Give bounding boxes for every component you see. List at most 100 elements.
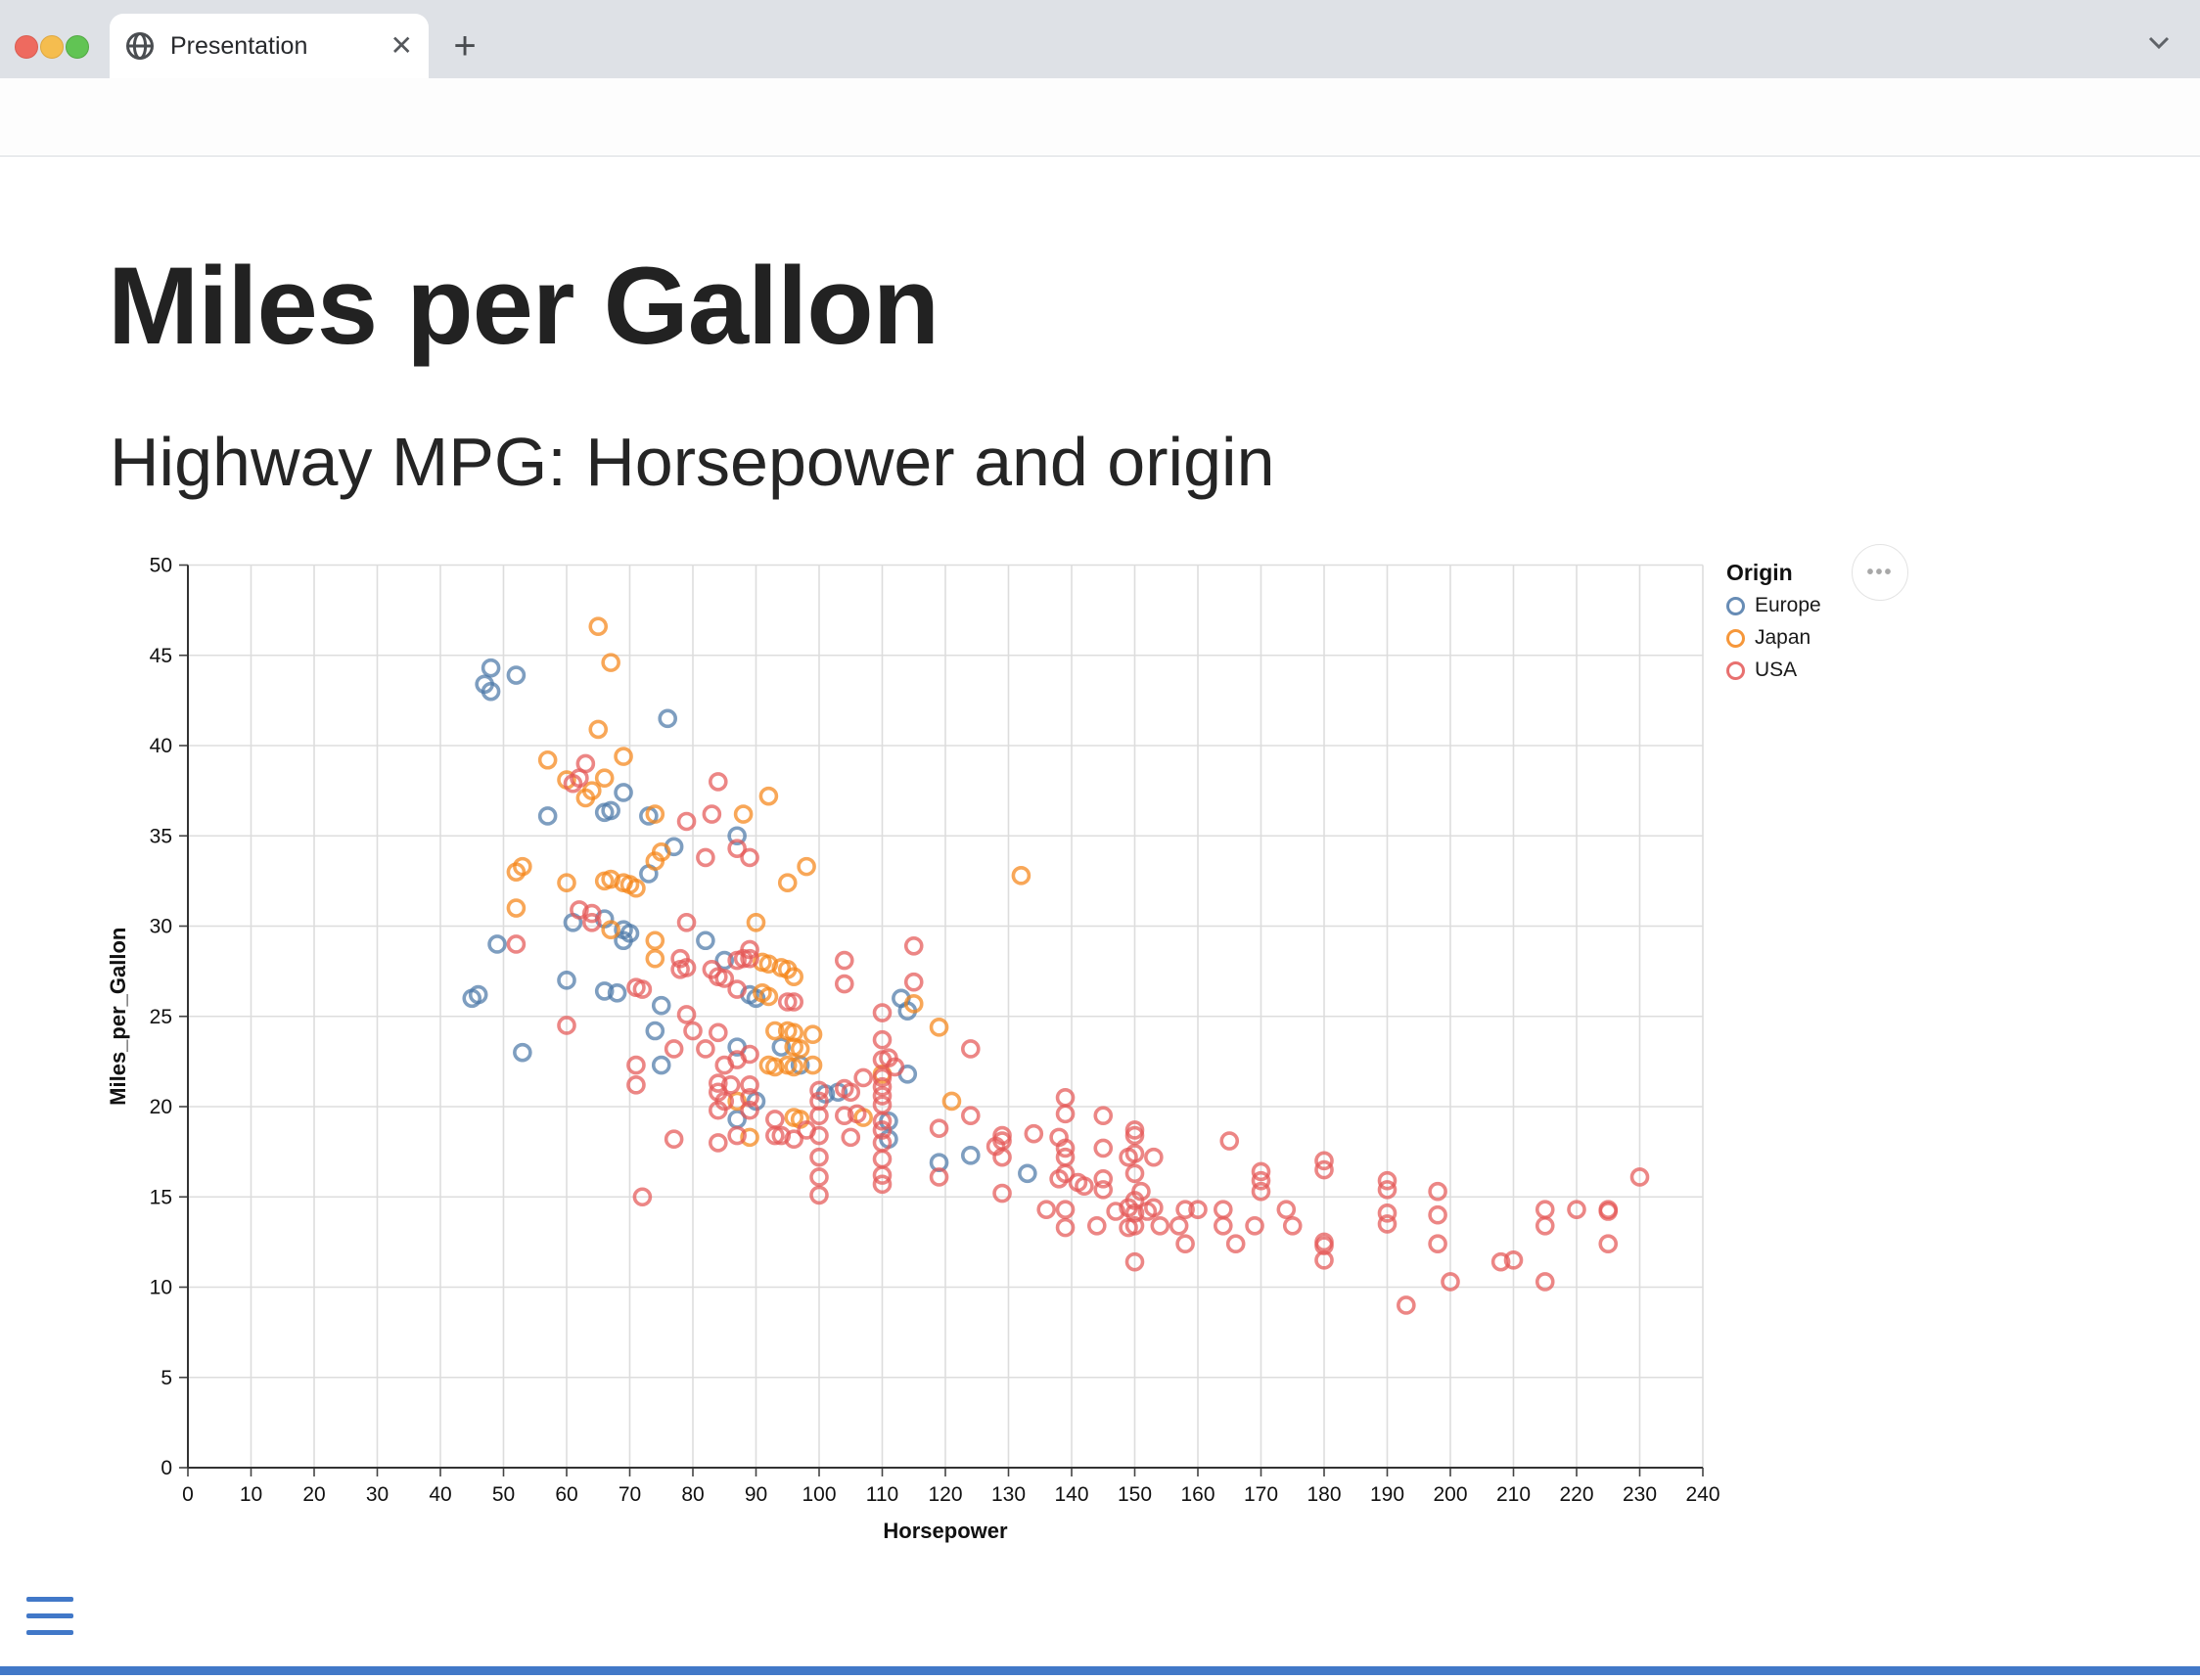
point-usa: [679, 813, 695, 829]
point-japan: [736, 806, 752, 822]
point-usa: [837, 976, 852, 992]
point-usa: [704, 806, 719, 822]
tick-label-x: 200: [1433, 1483, 1467, 1506]
browser-tab[interactable]: Presentation ✕: [110, 14, 429, 78]
tick-label-y: 35: [150, 825, 172, 847]
point-japan: [760, 789, 776, 804]
point-europe: [660, 710, 675, 726]
point-usa: [932, 1120, 947, 1136]
point-europe: [647, 1023, 663, 1039]
slide-menu-hamburger-icon[interactable]: [26, 1597, 73, 1640]
tick-label-x: 20: [302, 1483, 325, 1506]
point-usa: [1537, 1202, 1553, 1217]
point-usa: [742, 849, 757, 865]
legend-item-europe[interactable]: Europe: [1726, 594, 1821, 617]
point-usa: [1247, 1218, 1262, 1234]
point-usa: [1537, 1218, 1553, 1234]
tab-close-icon[interactable]: ✕: [390, 32, 413, 60]
point-europe: [489, 936, 505, 952]
tick-label-y: 20: [150, 1096, 172, 1118]
point-usa: [1285, 1218, 1301, 1234]
tick-label-x: 130: [991, 1483, 1026, 1506]
new-tab-button[interactable]: +: [442, 23, 487, 68]
tab-title: Presentation: [170, 32, 390, 61]
point-usa: [666, 1131, 682, 1147]
point-usa: [1058, 1106, 1074, 1121]
legend-item-usa[interactable]: USA: [1726, 658, 1821, 682]
point-usa: [843, 1129, 858, 1145]
mpg-horsepower-scatter: 0102030405060708090100110120130140150160…: [0, 157, 2200, 1675]
legend-label: USA: [1755, 658, 1797, 682]
point-usa: [508, 936, 524, 952]
point-europe: [1020, 1165, 1035, 1181]
point-japan: [590, 721, 606, 737]
point-europe: [515, 1045, 530, 1061]
legend-label: Europe: [1755, 594, 1821, 617]
point-usa: [698, 1041, 713, 1057]
point-japan: [647, 951, 663, 967]
legend-title: Origin: [1726, 560, 1821, 586]
tick-label-x: 30: [366, 1483, 389, 1506]
point-usa: [710, 1135, 726, 1151]
point-usa: [1215, 1202, 1231, 1217]
point-japan: [597, 770, 613, 786]
tick-label-x: 220: [1559, 1483, 1593, 1506]
point-usa: [628, 1077, 644, 1093]
point-europe: [698, 932, 713, 948]
point-usa: [710, 774, 726, 790]
point-usa: [1171, 1218, 1187, 1234]
tick-label-x: 150: [1118, 1483, 1152, 1506]
point-japan: [647, 932, 663, 948]
tick-label-x: 210: [1496, 1483, 1531, 1506]
point-japan: [932, 1020, 947, 1035]
point-usa: [767, 1112, 783, 1127]
presentation-progress-bar[interactable]: [0, 1666, 2200, 1675]
tick-label-x: 90: [745, 1483, 767, 1506]
point-japan: [805, 1026, 821, 1042]
chevron-down-icon[interactable]: [2141, 23, 2177, 59]
tick-label-x: 10: [240, 1483, 262, 1506]
point-europe: [654, 1058, 669, 1073]
tick-label-x: 0: [182, 1483, 194, 1506]
tick-label-x: 40: [429, 1483, 451, 1506]
point-usa: [679, 1007, 695, 1022]
globe-favicon-icon: [125, 31, 155, 61]
point-usa: [1430, 1207, 1445, 1223]
tick-label-x: 230: [1623, 1483, 1657, 1506]
point-europe: [483, 660, 499, 676]
tick-label-y: 40: [150, 735, 172, 757]
point-usa: [963, 1041, 979, 1057]
tick-label-x: 110: [866, 1483, 898, 1506]
tick-label-y: 0: [160, 1457, 172, 1479]
vega-actions-menu-button[interactable]: •••: [1852, 544, 1908, 601]
point-europe: [963, 1148, 979, 1163]
point-japan: [780, 875, 796, 890]
tick-label-y: 50: [150, 555, 172, 577]
browser-toolbar: localhost:4255/#/miles-per-gallon Z: [0, 78, 2200, 157]
window-zoom-button[interactable]: [66, 35, 89, 59]
point-usa: [906, 938, 922, 954]
window-close-button[interactable]: [15, 35, 38, 59]
legend-label: Japan: [1755, 626, 1810, 650]
tick-label-y: 25: [150, 1006, 172, 1028]
legend-item-japan[interactable]: Japan: [1726, 626, 1821, 650]
point-usa: [837, 953, 852, 969]
point-usa: [994, 1186, 1010, 1202]
point-usa: [1278, 1202, 1294, 1217]
tick-label-x: 60: [555, 1483, 577, 1506]
legend-ring-icon: [1726, 597, 1745, 615]
point-japan: [1013, 868, 1029, 884]
point-usa: [1058, 1090, 1074, 1106]
window-minimize-button[interactable]: [40, 35, 64, 59]
point-usa: [1095, 1108, 1111, 1123]
tick-label-x: 240: [1685, 1483, 1719, 1506]
x-axis-title: Horsepower: [883, 1519, 1008, 1543]
point-usa: [1600, 1236, 1616, 1251]
point-usa: [1095, 1182, 1111, 1198]
point-usa: [710, 1024, 726, 1040]
tick-label-x: 190: [1370, 1483, 1404, 1506]
point-usa: [1146, 1150, 1162, 1165]
point-usa: [1177, 1236, 1193, 1251]
point-usa: [906, 975, 922, 990]
tick-label-x: 120: [928, 1483, 962, 1506]
